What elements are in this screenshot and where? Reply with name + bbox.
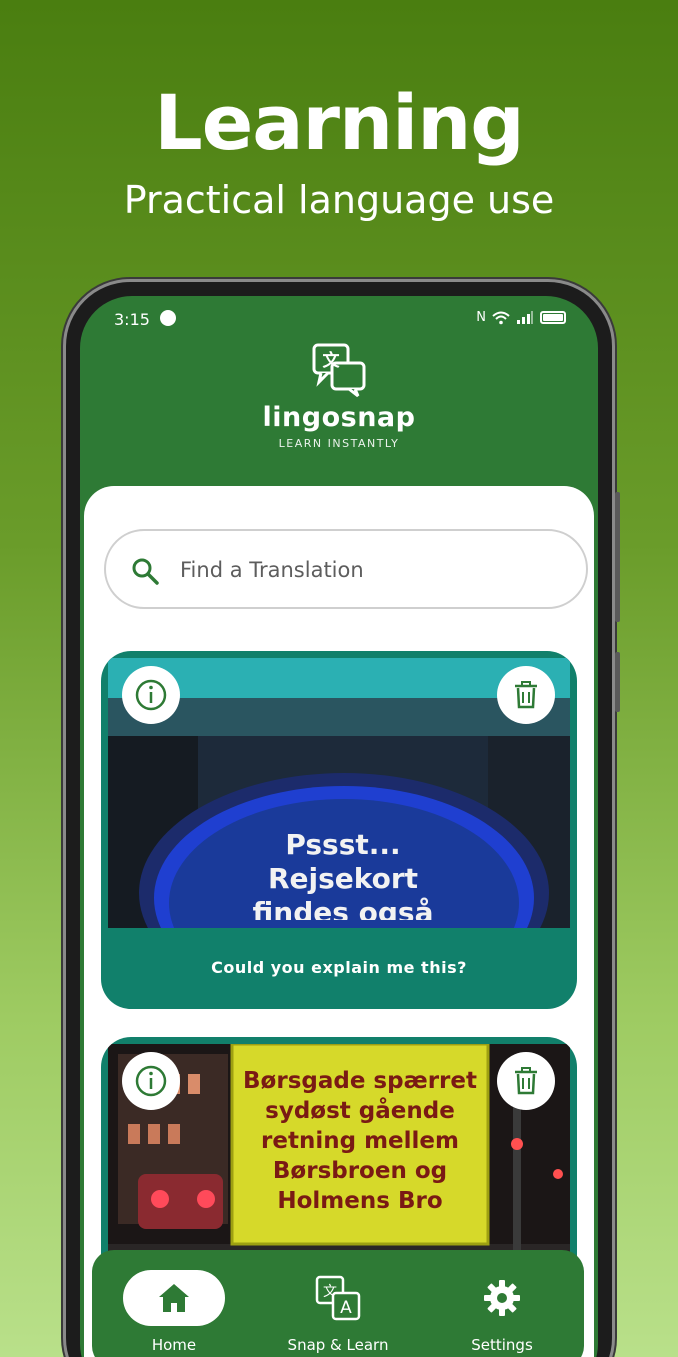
promo-title: Learning [154,78,524,167]
info-icon [135,1065,167,1097]
nav-snap-learn[interactable]: 文 A Snap & Learn [258,1250,418,1357]
gear-icon [484,1280,520,1316]
photo-text-line: Børsbroen og [272,1158,448,1184]
app-tagline: LEARN INSTANTLY [278,437,400,450]
svg-text:A: A [340,1298,352,1318]
search-bar[interactable] [104,529,588,609]
signal-icon [517,311,533,324]
vpn-icon [160,310,176,326]
card-caption: Could you explain me this? [211,958,467,977]
photo-text-line: Rejsekort [267,862,419,895]
search-icon [132,558,159,585]
wifi-icon [492,311,510,324]
nav-snap-learn-pill[interactable]: 文 A [287,1270,389,1326]
photo-text-line: retning mellem [261,1128,459,1154]
nav-settings[interactable]: Settings [422,1250,582,1357]
trash-icon [515,681,537,709]
svg-text:文: 文 [323,350,341,371]
promo-subtitle: Practical language use [123,178,555,222]
delete-button[interactable] [497,1052,555,1110]
info-button[interactable] [122,1052,180,1110]
phone-frame: 3:15 N 文 lingosnap LEARN INSTANTLY Find … [66,282,620,1357]
photo-text-line: Børsgade spærret [243,1068,477,1094]
trash-icon [515,1067,537,1095]
translation-card[interactable]: Pssst... Rejsekort findes også Could you… [101,651,577,1009]
volume-button [615,492,620,622]
app-logo: 文 lingosnap LEARN INSTANTLY [80,342,598,450]
nav-home-label: Home [151,1336,197,1354]
translate-icon: 文 A [315,1275,361,1321]
bottom-navigation: Home 文 A Snap & Learn Settings [92,1250,584,1357]
nav-settings-pill[interactable] [451,1270,553,1326]
info-button[interactable] [122,666,180,724]
app-name: lingosnap [262,402,416,433]
photo-text-line: sydøst gående [265,1098,455,1124]
delete-button[interactable] [497,666,555,724]
search-input[interactable] [180,549,560,591]
power-button [615,652,620,712]
nav-snap-learn-label: Snap & Learn [287,1336,389,1354]
photo-text-line: Holmens Bro [277,1188,443,1214]
lingosnap-logo-icon: 文 [312,343,366,398]
status-bar: 3:15 N [80,296,598,338]
photo-text-line: findes også [252,896,434,920]
nav-home[interactable]: Home [94,1250,254,1357]
info-icon [135,679,167,711]
home-icon [159,1284,189,1312]
nav-settings-label: Settings [471,1336,533,1354]
main-content: Pssst... Rejsekort findes også Could you… [84,486,594,1357]
status-time: 3:15 [114,310,150,329]
battery-icon [540,311,566,324]
nav-home-pill[interactable] [123,1270,225,1326]
nfc-icon: N [476,310,486,325]
photo-text-line: Pssst... [285,828,401,861]
app-screen: 3:15 N 文 lingosnap LEARN INSTANTLY Find … [80,296,598,1357]
